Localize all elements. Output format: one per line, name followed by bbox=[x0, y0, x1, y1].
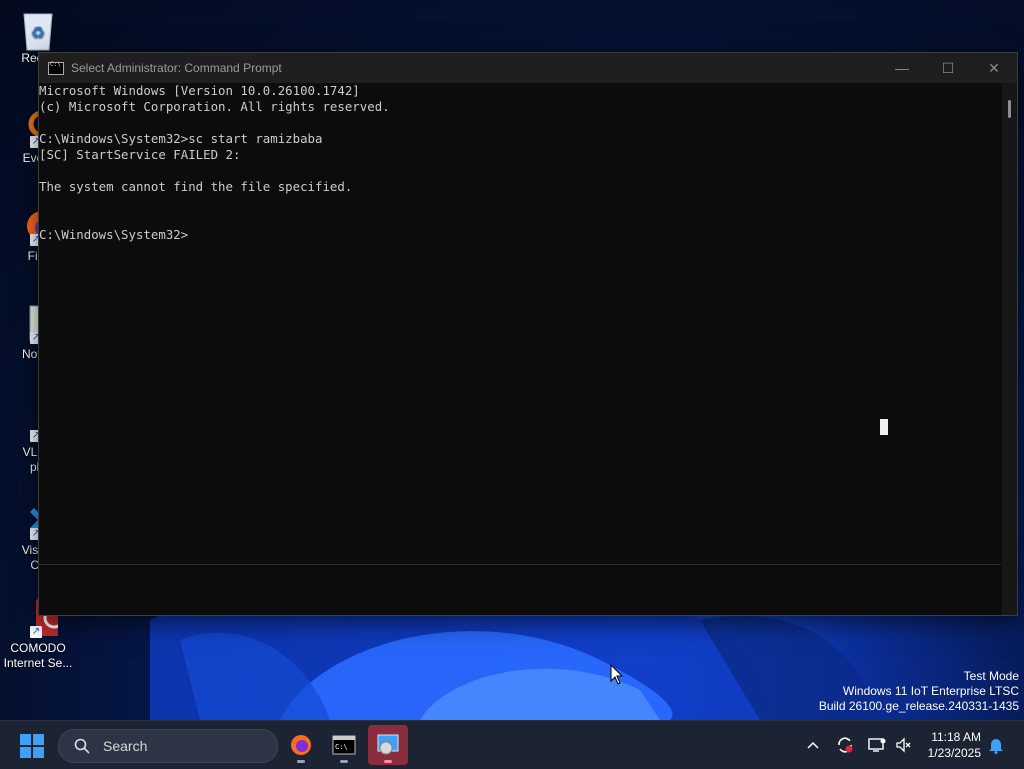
search-label: Search bbox=[103, 738, 148, 754]
update-sync-icon[interactable] bbox=[834, 732, 856, 758]
text-cursor bbox=[880, 419, 888, 435]
maximize-button[interactable]: ☐ bbox=[925, 53, 971, 83]
command-prompt-window[interactable]: Select Administrator: Command Prompt — ☐… bbox=[38, 52, 1018, 616]
console-output[interactable]: Microsoft Windows [Version 10.0.26100.17… bbox=[39, 83, 1001, 563]
taskbar-app-firefox[interactable] bbox=[281, 725, 321, 765]
windows-logo-pane bbox=[33, 734, 44, 745]
console-line: Microsoft Windows [Version 10.0.26100.17… bbox=[39, 83, 360, 98]
clock-time: 11:18 AM bbox=[931, 730, 981, 744]
shortcut-arrow-icon: ↗ bbox=[30, 626, 42, 638]
watermark-line: Build 26100.ge_release.240331-1435 bbox=[818, 699, 1019, 713]
console-line: [SC] StartService FAILED 2: bbox=[39, 147, 241, 162]
taskbar-clock[interactable]: 11:18 AM 1/23/2025 bbox=[928, 729, 981, 761]
mouse-pointer-icon bbox=[610, 663, 624, 691]
scrollbar-thumb[interactable] bbox=[1008, 100, 1011, 118]
console-line: (c) Microsoft Corporation. All rights re… bbox=[39, 99, 390, 114]
recycle-bin-icon: ♻ bbox=[18, 8, 58, 51]
svg-text:C:\: C:\ bbox=[335, 743, 348, 751]
start-button[interactable] bbox=[20, 734, 44, 758]
svg-text:♻: ♻ bbox=[31, 25, 45, 42]
windows-logo-pane bbox=[20, 734, 31, 745]
clock-date: 1/23/2025 bbox=[927, 746, 981, 760]
taskbar-search-box[interactable]: Search bbox=[58, 729, 278, 763]
firefox-icon bbox=[291, 735, 311, 755]
console-lower-pane bbox=[39, 564, 1001, 615]
active-indicator bbox=[384, 760, 392, 763]
desktop-icon-label-line2: Internet Se... bbox=[3, 656, 73, 670]
running-indicator bbox=[340, 760, 348, 763]
windows-logo-pane bbox=[33, 747, 44, 758]
running-indicator bbox=[297, 760, 305, 763]
close-button[interactable]: ✕ bbox=[971, 53, 1017, 83]
window-titlebar[interactable]: Select Administrator: Command Prompt — ☐… bbox=[39, 53, 1017, 83]
console-line: The system cannot find the file specifie… bbox=[39, 179, 353, 194]
test-mode-watermark: Test Mode Windows 11 IoT Enterprise LTSC… bbox=[819, 669, 1019, 714]
desktop-icon-label: COMODO bbox=[10, 641, 66, 655]
show-hidden-icons-chevron-icon[interactable] bbox=[803, 732, 823, 758]
window-title: Select Administrator: Command Prompt bbox=[71, 61, 282, 75]
console-prompt-line: C:\Windows\System32> bbox=[39, 227, 189, 242]
watermark-line: Windows 11 IoT Enterprise LTSC bbox=[842, 684, 1019, 698]
taskbar: Search C:\ 11:18 AM 1/23/2025 bbox=[0, 720, 1024, 769]
network-display-icon[interactable] bbox=[866, 732, 888, 758]
search-icon bbox=[71, 738, 93, 754]
watermark-line: Test Mode bbox=[963, 669, 1019, 683]
vertical-scrollbar[interactable] bbox=[1002, 83, 1017, 615]
windows-logo-pane bbox=[20, 747, 31, 758]
command-prompt-icon: C:\ bbox=[332, 735, 356, 755]
taskbar-app-control-panel[interactable] bbox=[368, 725, 408, 765]
control-panel-icon bbox=[377, 734, 399, 755]
volume-muted-icon[interactable] bbox=[893, 732, 913, 758]
minimize-button[interactable]: — bbox=[879, 53, 925, 83]
taskbar-app-command-prompt[interactable]: C:\ bbox=[324, 725, 364, 765]
console-line: C:\Windows\System32>sc start ramizbaba bbox=[39, 131, 323, 146]
cmd-window-icon bbox=[48, 61, 64, 75]
notification-bell-icon[interactable] bbox=[986, 732, 1006, 758]
